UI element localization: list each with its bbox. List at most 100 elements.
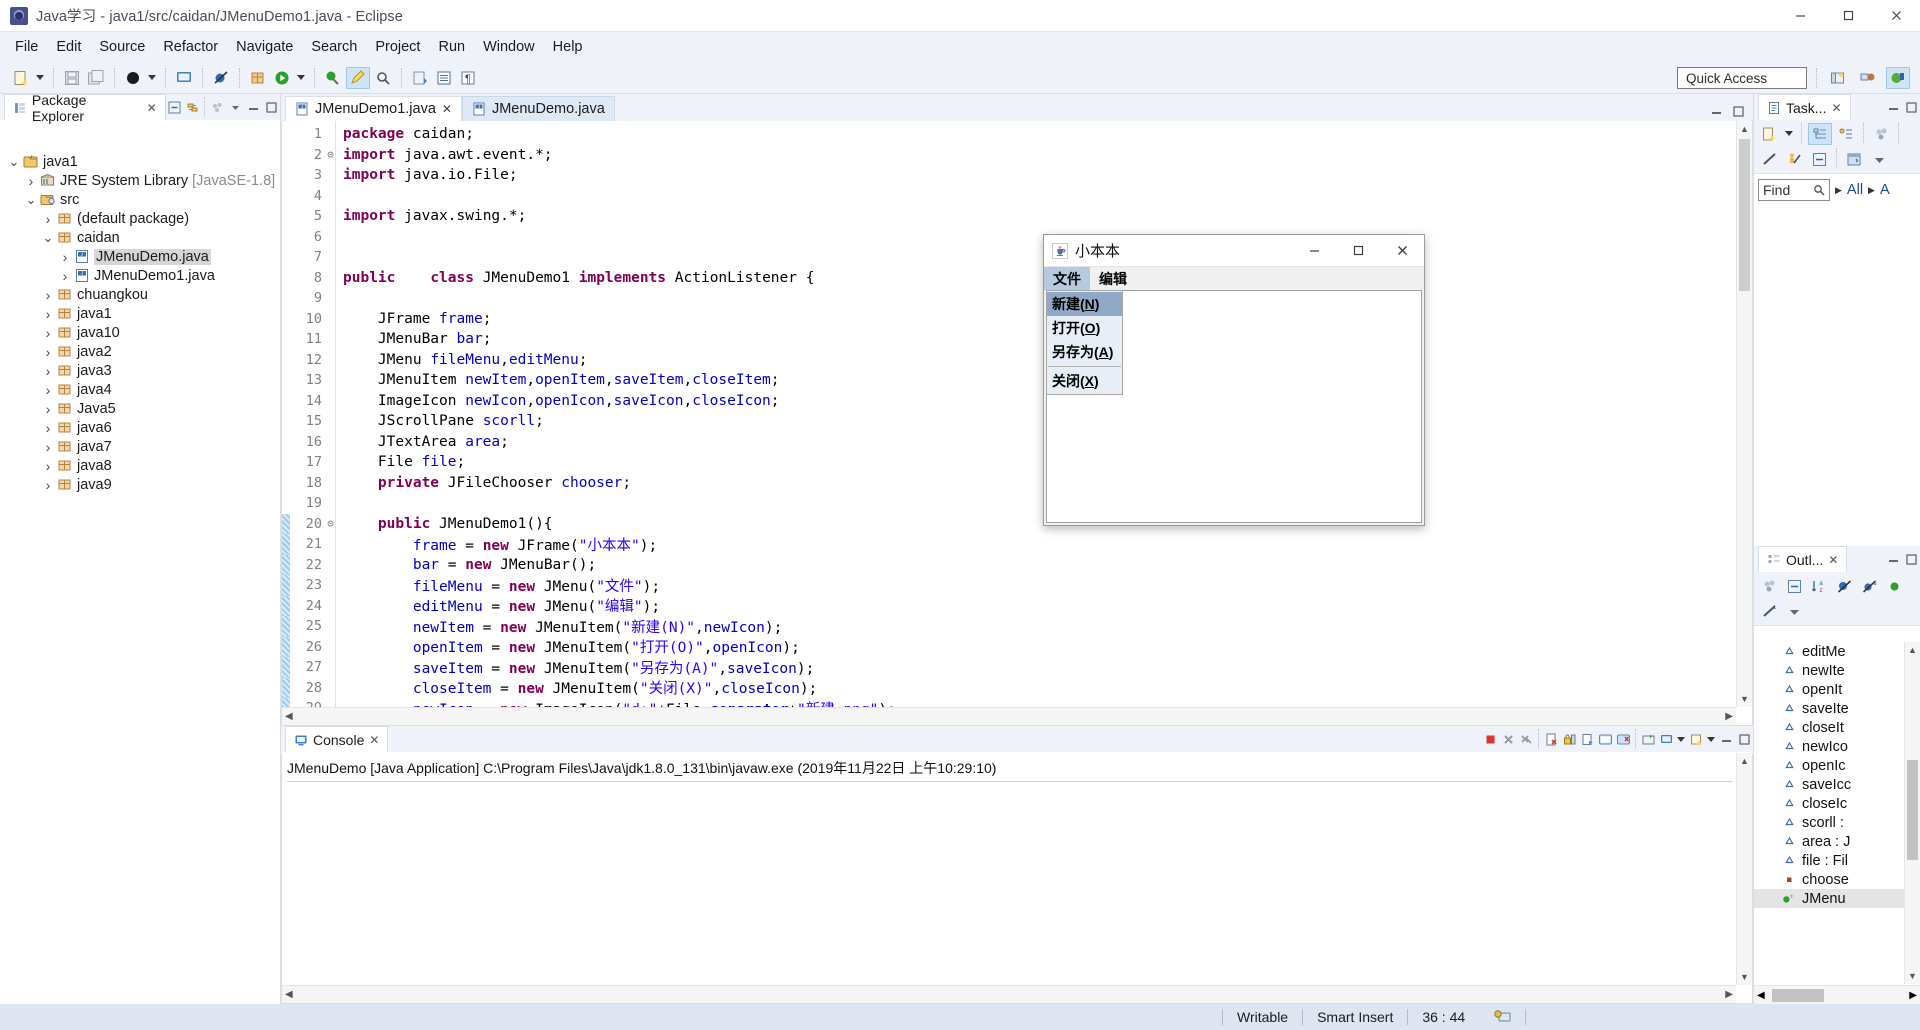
maximize-icon[interactable] [1824, 0, 1872, 32]
outline-item[interactable]: newIco [1754, 737, 1920, 756]
filter-next-icon[interactable]: ▶ [1868, 185, 1875, 196]
filter-all-link[interactable]: All [1847, 182, 1863, 198]
outline-item[interactable]: scorll : [1754, 813, 1920, 832]
outline-item[interactable]: newIte [1754, 661, 1920, 680]
new-console-view-icon[interactable] [1614, 729, 1632, 749]
terminate-icon[interactable] [1481, 729, 1499, 749]
code-line[interactable]: 21 frame = new JFrame("小本本"); [282, 534, 1736, 555]
maximize-icon[interactable] [1336, 235, 1380, 267]
maximize-icon[interactable] [1902, 549, 1920, 569]
paragraph-icon[interactable]: ¶ [457, 67, 479, 89]
chevron-right-icon[interactable]: › [40, 420, 56, 436]
code-line[interactable]: 24 editMenu = new JMenu("编辑"); [282, 596, 1736, 617]
outline-item[interactable]: file : Fil [1754, 851, 1920, 870]
editor-horizontal-scrollbar[interactable]: ◀ ▶ [282, 707, 1736, 725]
tree-item-caidan[interactable]: ⌄ caidan [0, 228, 280, 247]
scrollbar-thumb[interactable] [1907, 760, 1918, 860]
perspective-debug-icon[interactable] [1856, 67, 1880, 89]
scroll-lock-icon[interactable] [1560, 729, 1578, 749]
code-line[interactable]: 7 [282, 247, 1736, 268]
outline-item[interactable]: saveIcc [1754, 775, 1920, 794]
fold-collapse-icon[interactable]: ⊝ [324, 517, 337, 530]
swing-menu-file[interactable]: 文件 [1044, 267, 1090, 290]
close-icon[interactable] [1872, 0, 1920, 32]
chevron-right-icon[interactable]: › [57, 249, 73, 265]
new-task-dropdown-icon[interactable] [1783, 123, 1795, 143]
close-icon[interactable] [1380, 235, 1424, 267]
outline-tree[interactable]: editMe newIte openIt saveIte closeIt newIco op… [1754, 642, 1920, 984]
scroll-right-icon[interactable]: ▶ [1725, 989, 1733, 1000]
swing-menu-item-save-as[interactable]: 另存为 (A) [1047, 340, 1122, 364]
menu-refactor[interactable]: Refactor [154, 35, 227, 59]
scroll-left-icon[interactable]: ◀ [285, 989, 293, 1000]
highlight-icon[interactable] [346, 66, 370, 89]
scroll-down-icon[interactable]: ▼ [1737, 691, 1752, 707]
tab-tasks[interactable]: Task... ✕ [1758, 94, 1851, 120]
code-line[interactable]: 16 JTextArea area; [282, 432, 1736, 453]
code-line[interactable]: 5 import javax.swing.*; [282, 206, 1736, 227]
scroll-right-icon[interactable]: ▶ [1725, 711, 1733, 722]
code-line[interactable]: 10 JFrame frame; [282, 309, 1736, 330]
remove-launch-icon[interactable] [1499, 729, 1517, 749]
scroll-up-icon[interactable]: ▲ [1905, 642, 1920, 658]
filters-icon[interactable] [1870, 123, 1892, 145]
menu-search[interactable]: Search [302, 35, 366, 59]
code-line[interactable]: 18 private JFileChooser chooser; [282, 473, 1736, 494]
console-dropdown-icon[interactable] [1675, 729, 1687, 749]
tree-item-java9[interactable]: › java9 [0, 475, 280, 494]
scroll-up-icon[interactable]: ▲ [1737, 753, 1752, 769]
menu-navigate[interactable]: Navigate [227, 35, 302, 59]
tree-item-java2[interactable]: › java2 [0, 342, 280, 361]
sort-alphabetically-icon[interactable]: az [1808, 575, 1830, 597]
chevron-down-icon[interactable]: ⌄ [40, 231, 56, 244]
code-line[interactable]: 13 JMenuItem newItem,openItem,saveItem,c… [282, 370, 1736, 391]
focus-on-active-task-icon[interactable] [1758, 575, 1780, 597]
minimize-icon[interactable] [1884, 97, 1902, 117]
tree-item-java5[interactable]: › Java5 [0, 399, 280, 418]
tree-item-src[interactable]: ⌄ src [0, 190, 280, 209]
code-line[interactable]: 17 File file; [282, 452, 1736, 473]
new-wizard-dropdown-icon[interactable] [34, 68, 46, 88]
code-line[interactable]: 4 [282, 186, 1736, 207]
scroll-down-icon[interactable]: ▼ [1737, 969, 1752, 985]
outline-item[interactable]: closeIc [1754, 794, 1920, 813]
mark-resolved-icon[interactable] [1783, 148, 1805, 170]
view-dropdown-icon[interactable] [226, 97, 244, 117]
open-console-icon[interactable] [1639, 729, 1657, 749]
close-icon[interactable]: ✕ [1831, 101, 1841, 115]
outline-item[interactable]: area : J [1754, 832, 1920, 851]
code-line[interactable]: 6 [282, 227, 1736, 248]
open-type-icon[interactable] [433, 67, 455, 89]
editor-canvas[interactable]: 1 package caidan; 2 ⊝ import java.awt.event.… [281, 121, 1753, 726]
code-line[interactable]: 8 public class JMenuDemo1 implements Acti… [282, 268, 1736, 289]
console-output[interactable]: JMenuDemo [Java Application] C:\Program … [281, 753, 1753, 1004]
tree-item-jre-system-library[interactable]: › JRE System Library [JavaSE-1.8] [0, 171, 280, 190]
code-line[interactable]: 14 ImageIcon newIcon,openIcon,saveIcon,c… [282, 391, 1736, 412]
code-line[interactable]: 26 openItem = new JMenuItem("打开(O)",open… [282, 637, 1736, 658]
maximize-icon[interactable] [262, 97, 280, 117]
outline-item[interactable]: openIt [1754, 680, 1920, 699]
scroll-left-icon[interactable]: ◀ [285, 711, 293, 722]
outline-item[interactable]: c JMenu [1754, 889, 1920, 908]
menu-help[interactable]: Help [544, 35, 592, 59]
code-line[interactable]: 20 ⊝ public JMenuDemo1(){ [282, 514, 1736, 535]
close-icon[interactable]: ✕ [147, 101, 157, 115]
chevron-right-icon[interactable]: › [40, 363, 56, 379]
tree-item-jmenudemo1-java[interactable]: › J JMenuDemo1.java [0, 266, 280, 285]
minimize-icon[interactable] [1776, 0, 1824, 32]
scroll-left-icon[interactable]: ◀ [1757, 990, 1765, 1001]
display-selected-console-icon[interactable] [1596, 729, 1614, 749]
code-line[interactable]: 12 JMenu fileMenu,editMenu; [282, 350, 1736, 371]
tab-console[interactable]: Console ✕ [285, 726, 389, 752]
outline-item[interactable]: choose [1754, 870, 1920, 889]
outline-item[interactable]: saveIte [1754, 699, 1920, 718]
console-horizontal-scrollbar[interactable]: ◀ ▶ [282, 985, 1736, 1003]
outline-item[interactable]: closeIt [1754, 718, 1920, 737]
code-line[interactable]: 22 bar = new JMenuBar(); [282, 555, 1736, 576]
open-perspective-icon[interactable] [1826, 67, 1850, 89]
swing-file-menu-popup[interactable]: 新建 (N) 打开 (O) 另存为 (A) 关闭 (X) [1046, 290, 1123, 395]
tree-item-jmenudemo-java[interactable]: › J JMenuDemo.java [0, 247, 280, 266]
delete-completed-icon[interactable] [1758, 148, 1780, 170]
maximize-icon[interactable] [1729, 101, 1747, 121]
collapse-all-icon[interactable] [1783, 575, 1805, 597]
